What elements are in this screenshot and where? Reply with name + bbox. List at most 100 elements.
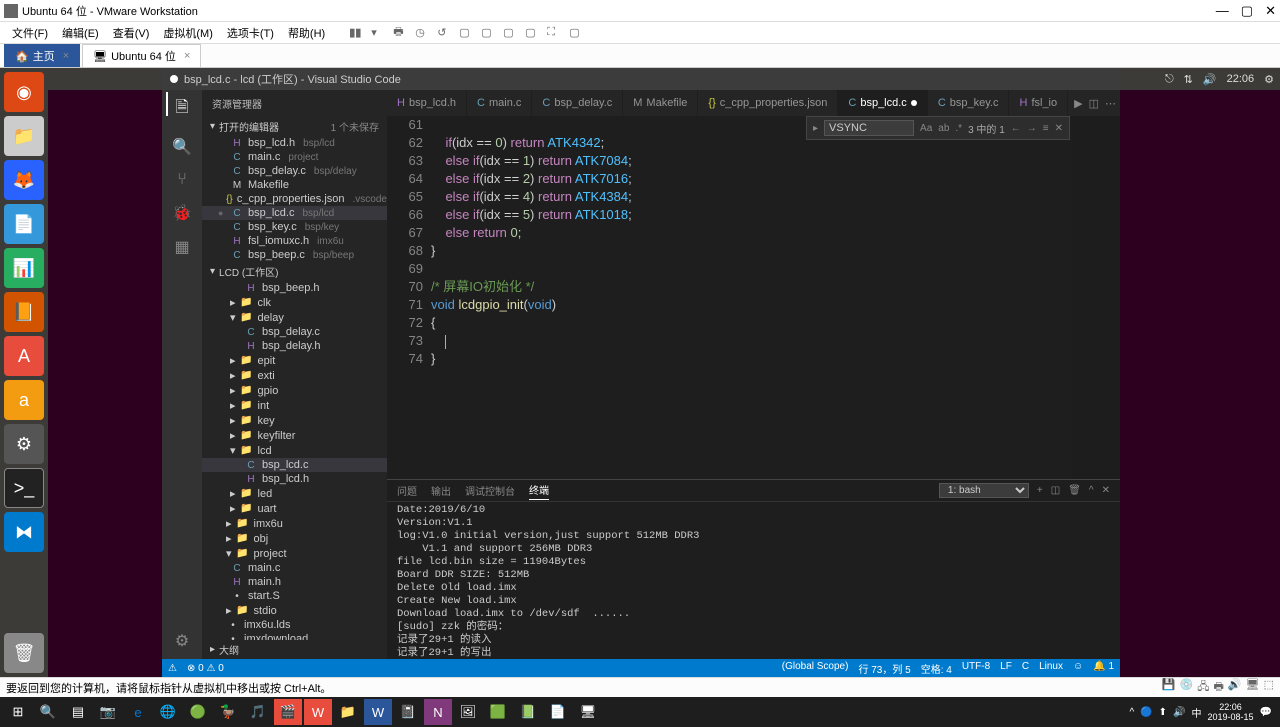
taskbar-app[interactable]: 🖼 [454,699,482,725]
device-icon[interactable]: ⬚ [1264,678,1274,697]
tree-file[interactable]: • start.S [202,589,387,603]
tab-debug[interactable]: 调试控制台 [465,483,515,498]
status-errors[interactable]: ⊗ 0 ⚠ 0 [187,663,224,674]
tree-file[interactable]: • imxdownload [202,632,387,640]
open-editor-item[interactable]: Cbsp_delay.cbsp/delay [202,164,387,178]
menu-tabs[interactable]: 选项卡(T) [221,23,280,43]
device-icon[interactable]: 🔊 [1228,678,1242,697]
shell-select[interactable]: 1: bash [939,483,1029,498]
tool1-icon[interactable]: ▢ [453,24,469,41]
taskbar-app[interactable]: 🟩 [484,699,512,725]
tree-folder[interactable]: ▸ 📁 led [202,486,387,501]
tree-file[interactable]: C main.c [202,561,387,575]
tree-file[interactable]: H bsp_beep.h [202,281,387,295]
app1-icon[interactable]: A [4,336,44,376]
settings-icon[interactable]: ⚙ [4,424,44,464]
menu-help[interactable]: 帮助(H) [282,23,331,43]
run-icon[interactable]: ▶ [1074,97,1082,110]
files-icon[interactable]: 📁 [4,116,44,156]
taskbar-app[interactable]: 📷 [94,699,122,725]
menu-file[interactable]: 文件(F) [6,23,54,43]
taskbar-app[interactable]: 📓 [394,699,422,725]
tab-terminal[interactable]: 终端 [529,482,549,500]
network-icon[interactable]: ⇅ [1184,73,1193,86]
impress-icon[interactable]: 📙 [4,292,44,332]
open-editor-item[interactable]: Cbsp_key.cbsp/key [202,220,387,234]
device-icon[interactable]: 🖶 [1214,678,1224,697]
status-enc[interactable]: UTF-8 [962,661,990,676]
sound-icon[interactable]: 🔊 [1203,73,1217,86]
taskbar-app[interactable]: N [424,699,452,725]
tree-file[interactable]: • imx6u.lds [202,618,387,632]
unity-icon[interactable]: ▢ [563,24,579,41]
tree-folder[interactable]: ▸ 📁 stdio [202,603,387,618]
tree-folder[interactable]: ▸ 📁 gpio [202,383,387,398]
prev-match-icon[interactable]: ← [1011,123,1021,134]
gear-icon[interactable]: ⚙ [1264,73,1274,86]
taskbar-app[interactable]: W [304,699,332,725]
settings-gear-icon[interactable]: ⚙ [175,631,189,651]
tree-folder[interactable]: ▸ 📁 clk [202,295,387,310]
tray-up-icon[interactable]: ^ [1130,707,1135,718]
close-button[interactable]: ✕ [1265,3,1276,19]
tab-problems[interactable]: 问题 [397,483,417,498]
tray-clock[interactable]: 22:06 2019-08-15 [1208,702,1254,722]
editor-tab[interactable]: Cbsp_key.c [928,90,1010,116]
warn-icon[interactable]: ⚠ [168,663,177,674]
feedback-icon[interactable]: ☺ [1073,661,1083,676]
maximize-button[interactable]: ▢ [1241,3,1253,19]
tool3-icon[interactable]: ▢ [497,24,513,41]
kill-terminal-icon[interactable]: 🗑 [1068,485,1081,496]
close-panel-icon[interactable]: ✕ [1102,485,1110,496]
tree-folder[interactable]: ▸ 📁 int [202,398,387,413]
tray-icon[interactable]: ⬆ [1159,707,1167,718]
tray-icon[interactable]: 🔵 [1140,707,1152,718]
start-button[interactable]: ⊞ [4,699,32,725]
tree-folder[interactable]: ▾ 📁 delay [202,310,387,325]
minimap[interactable] [1072,116,1120,479]
tray-icon[interactable]: 🔊 [1173,707,1185,718]
device-icon[interactable]: 💿 [1180,678,1194,697]
open-editors-header[interactable]: ▾ 打开的编辑器 1 个未保存 [202,117,387,136]
device-icon[interactable]: 💾 [1162,678,1176,697]
indicator-icon[interactable]: ⎋ [1165,73,1174,86]
taskbar-app[interactable]: 🌐 [154,699,182,725]
tree-folder[interactable]: ▾ 📁 project [202,546,387,561]
device-icon[interactable]: 🖧 [1197,678,1209,697]
vm-tab[interactable]: 🖥 Ubuntu 64 位 × [82,44,201,67]
panel-time[interactable]: 22:06 [1227,73,1255,85]
case-icon[interactable]: Aa [920,123,932,134]
tree-file[interactable]: H bsp_lcd.h [202,472,387,486]
notifications-icon[interactable]: 💬 [1260,707,1272,718]
open-editor-item[interactable]: Cmain.cproject [202,150,387,164]
editor-tab[interactable]: {}c_cpp_properties.json [698,90,838,116]
tree-file[interactable]: H main.h [202,575,387,589]
status-os[interactable]: Linux [1039,661,1063,676]
word-icon[interactable]: ab [938,123,949,134]
outline-header[interactable]: ▸ 大纲 [202,640,387,659]
terminal-icon[interactable]: >_ [4,468,44,508]
taskbar-app[interactable]: 🎬 [274,699,302,725]
status-eol[interactable]: LF [1000,661,1012,676]
menu-vm[interactable]: 虚拟机(M) [157,23,219,43]
open-editor-item[interactable]: Hbsp_lcd.hbsp/lcd [202,136,387,150]
status-spaces[interactable]: 空格: 4 [921,661,952,676]
tree-file[interactable]: C bsp_delay.c [202,325,387,339]
taskbar-app[interactable]: 🎵 [244,699,272,725]
taskbar-app[interactable]: 🦆 [214,699,242,725]
status-scope[interactable]: (Global Scope) [782,661,849,676]
tree-folder[interactable]: ▸ 📁 imx6u [202,516,387,531]
trash-icon[interactable]: 🗑 [4,633,44,673]
home-tab[interactable]: 🏠 主页 × [4,44,80,67]
fullscreen-icon[interactable]: ⛶ [541,24,557,41]
tool2-icon[interactable]: ▢ [475,24,491,41]
pause-icon[interactable]: ▮▮ [343,24,359,41]
open-editor-item[interactable]: Cbsp_beep.cbsp/beep [202,248,387,262]
taskview-button[interactable]: ▤ [64,699,92,725]
tool4-icon[interactable]: ▢ [519,24,535,41]
power-menu-icon[interactable]: ▾ [365,24,381,41]
split-icon[interactable]: ◫ [1089,97,1099,110]
taskbar-app[interactable]: 📁 [334,699,362,725]
taskbar-app[interactable]: e [124,699,152,725]
clock-icon[interactable]: ◷ [409,24,425,41]
